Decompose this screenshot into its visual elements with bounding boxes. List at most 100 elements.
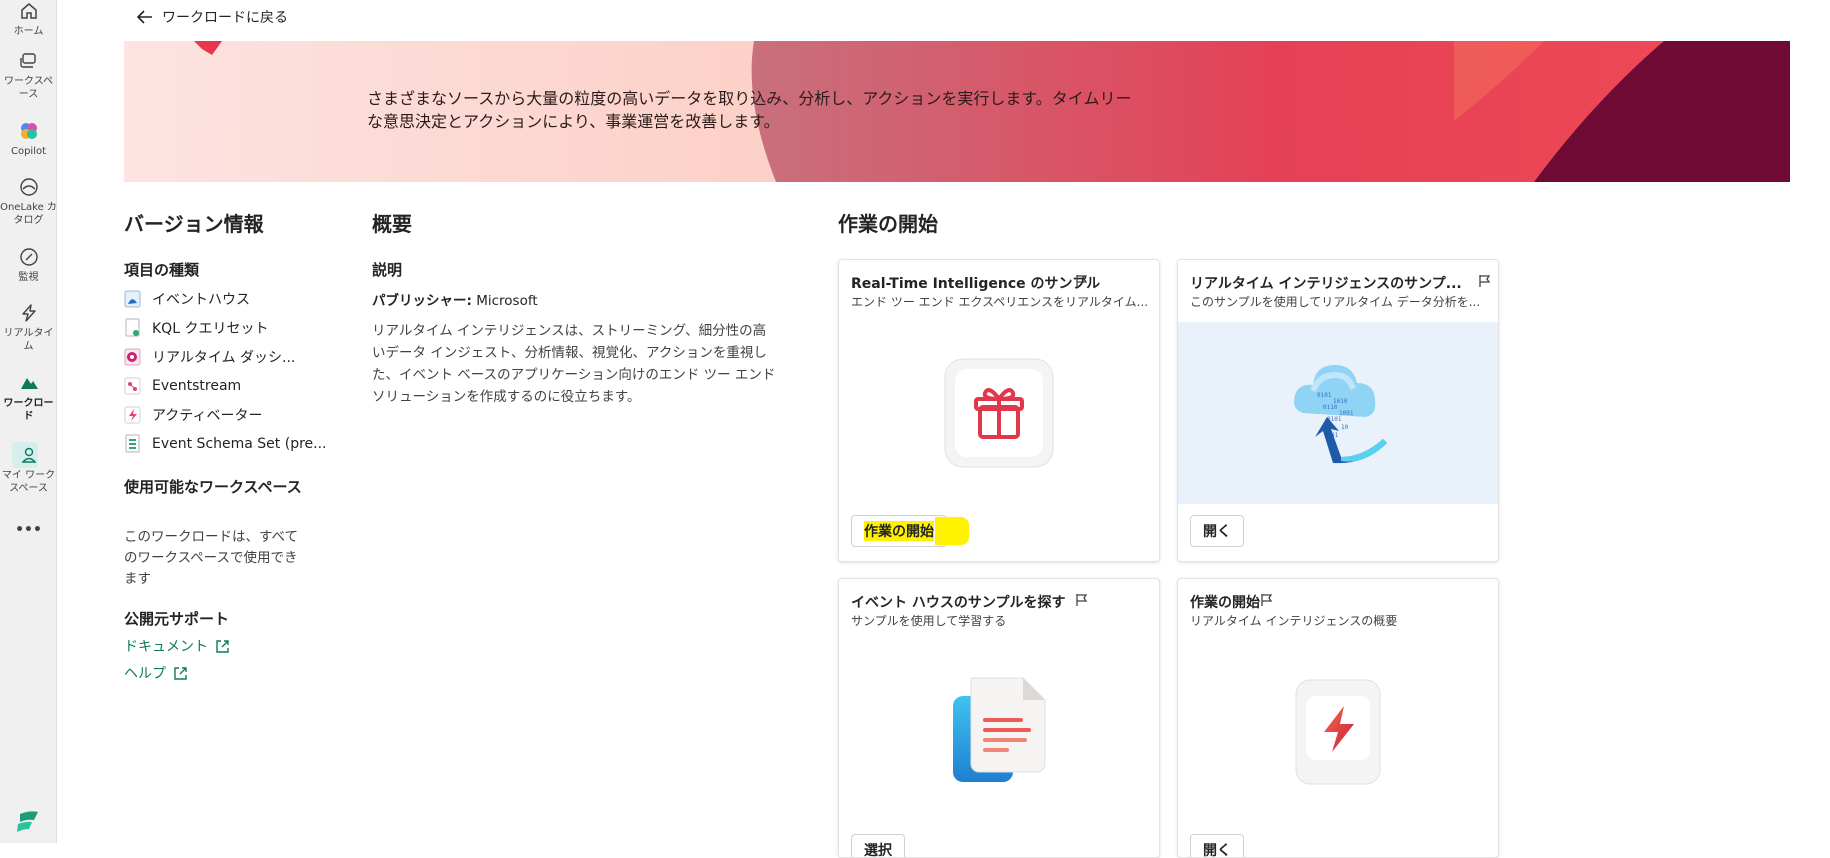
- available-workspaces-text: このワークロードは、すべてのワークスペースで使用できます: [124, 529, 299, 587]
- svg-text:0110: 0110: [1323, 404, 1338, 411]
- documentation-link[interactable]: ドキュメント: [124, 636, 230, 656]
- card-get-started-button[interactable]: 作業の開始: [851, 515, 947, 547]
- realtime-dashboard-icon: [124, 348, 141, 366]
- button-label: 開く: [1203, 524, 1231, 540]
- rail-workload[interactable]: ワークロード: [0, 372, 57, 423]
- rail-workspaces[interactable]: ワークスペース: [0, 50, 57, 101]
- cloud-upload-illustration: 010110100110 100101011001: [1294, 365, 1387, 464]
- flag-icon[interactable]: [1075, 274, 1089, 288]
- rail-label: マイ ワークスペース: [1, 470, 56, 494]
- documentation-link-label: ドキュメント: [124, 639, 208, 655]
- available-workspaces-heading: 使用可能なワークスペース: [124, 478, 302, 496]
- fabric-icon: [17, 811, 38, 832]
- card-eventhouse-sample[interactable]: イベント ハウスのサンプルを探す サンプルを使用して学習する 選択: [838, 578, 1160, 858]
- back-label: ワークロードに戻る: [162, 10, 288, 26]
- card-subtitle: サンプルを使用して学習する: [851, 614, 1007, 628]
- svg-text:10: 10: [1341, 424, 1349, 431]
- overview-heading: 概要: [372, 212, 412, 236]
- card-image: [1178, 641, 1498, 823]
- flag-icon[interactable]: [1478, 274, 1492, 288]
- external-link-icon: [174, 666, 187, 680]
- card-title: イベント ハウスのサンプルを探す: [851, 595, 1066, 611]
- item-type-label: Eventstream: [152, 378, 242, 394]
- back-to-workload-link[interactable]: ワークロードに戻る: [136, 6, 288, 28]
- eventhouse-icon: [124, 290, 141, 308]
- rail-label: 監視: [18, 272, 39, 283]
- rail-realtime[interactable]: リアルタイム: [0, 302, 57, 353]
- home-icon: [20, 3, 37, 19]
- rail-label: Copilot: [10, 146, 47, 157]
- rail-onelake[interactable]: OneLake カタログ: [0, 176, 57, 227]
- item-type-label: アクティベーター: [152, 408, 263, 424]
- svg-text:0101: 0101: [1317, 392, 1332, 399]
- banner-description: さまざまなソースから大量の粒度の高いデータを取り込み、分析し、アクションを実行し…: [367, 89, 1132, 131]
- left-rail: ホーム ワークスペース Copilot OneLake カタログ 監視 リアルタ…: [0, 0, 57, 843]
- flag-icon[interactable]: [1075, 593, 1089, 607]
- card-open-button[interactable]: 開く: [1190, 515, 1244, 547]
- copilot-icon: [20, 123, 37, 139]
- item-type-eventstream: Eventstream: [124, 375, 241, 397]
- item-type-label: KQL クエリセット: [152, 321, 269, 337]
- card-title: リアルタイム インテリジェンスのサンプ...: [1190, 276, 1462, 292]
- fabric-logo[interactable]: [12, 808, 42, 840]
- overview-description: リアルタイム インテリジェンスは、ストリーミング、細分性の高いデータ インジェス…: [372, 323, 776, 405]
- item-type-eventhouse: イベントハウス: [124, 288, 250, 310]
- version-info-heading: バージョン情報: [124, 212, 264, 236]
- get-started-heading: 作業の開始: [838, 212, 938, 236]
- flag-icon[interactable]: [1260, 593, 1274, 607]
- item-type-event-schema-set: Event Schema Set (pre...: [124, 433, 327, 455]
- help-link-label: ヘルプ: [124, 666, 166, 682]
- rail-monitor[interactable]: 監視: [0, 246, 57, 284]
- activator-icon: [124, 406, 141, 424]
- button-label: 作業の開始: [864, 521, 934, 541]
- gift-icon: [944, 358, 1054, 468]
- card-title: Real-Time Intelligence のサンプル: [851, 276, 1101, 292]
- eventstream-icon: [124, 377, 141, 395]
- realtime-icon: [21, 304, 36, 322]
- item-type-label: リアルタイム ダッシ...: [152, 350, 296, 366]
- rail-my-workspace[interactable]: マイ ワークスペース: [0, 444, 57, 495]
- item-type-realtime-dashboard: リアルタイム ダッシ...: [124, 346, 295, 368]
- item-type-kql-queryset: KQL クエリセット: [124, 317, 268, 339]
- item-type-label: イベントハウス: [152, 292, 250, 308]
- card-rti-sample[interactable]: Real-Time Intelligence のサンプル エンド ツー エンド …: [838, 259, 1160, 562]
- lightning-icon: [1295, 679, 1381, 785]
- item-type-activator: アクティベーター: [124, 404, 262, 426]
- monitor-icon: [19, 248, 38, 266]
- publisher-label: パブリッシャー:: [372, 293, 472, 309]
- rail-label: リアルタイム: [3, 328, 54, 352]
- publisher-value: Microsoft: [476, 293, 538, 309]
- card-title: 作業の開始: [1190, 595, 1260, 611]
- workspaces-icon: [19, 53, 36, 68]
- item-types-heading: 項目の種類: [124, 261, 200, 279]
- item-type-label: Event Schema Set (pre...: [152, 436, 327, 452]
- rail-label: OneLake カタログ: [0, 202, 57, 226]
- event-schema-set-icon: [125, 434, 140, 453]
- card-subtitle: エンド ツー エンド エクスペリエンスをリアルタイム...: [851, 295, 1149, 309]
- rail-home[interactable]: ホーム: [0, 0, 57, 38]
- external-link-icon: [216, 639, 229, 653]
- rail-label: ホーム: [13, 26, 44, 37]
- card-image: [839, 322, 1159, 504]
- card-select-button[interactable]: 選択: [851, 834, 905, 857]
- rail-label: ワークスペース: [4, 76, 53, 100]
- document-icon: [953, 677, 1046, 782]
- card-subtitle: このサンプルを使用してリアルタイム データ分析を...: [1190, 295, 1481, 309]
- highlight-mark: [935, 517, 969, 545]
- more-icon[interactable]: •••: [0, 523, 57, 537]
- help-link[interactable]: ヘルプ: [124, 663, 188, 683]
- card-image: 0101 1010 0110 1001 0101 10 01: [1178, 322, 1498, 504]
- rail-label: ワークロード: [3, 398, 54, 422]
- publisher-row: パブリッシャー: Microsoft: [372, 289, 538, 309]
- publisher-support-heading: 公開元サポート: [124, 610, 230, 628]
- description-heading: 説明: [372, 261, 403, 279]
- card-subtitle: リアルタイム インテリジェンスの概要: [1190, 614, 1398, 628]
- card-rti-sample-2[interactable]: リアルタイム インテリジェンスのサンプ... このサンプルを使用してリアルタイム…: [1177, 259, 1499, 562]
- card-get-started[interactable]: 作業の開始 リアルタイム インテリジェンスの概要 開く: [1177, 578, 1499, 858]
- card-open-button[interactable]: 開く: [1190, 834, 1244, 857]
- card-image: [839, 641, 1159, 823]
- onelake-icon: [19, 178, 38, 196]
- workload-icon: [20, 378, 38, 389]
- rail-copilot[interactable]: Copilot: [0, 120, 57, 158]
- kql-queryset-icon: [125, 318, 140, 337]
